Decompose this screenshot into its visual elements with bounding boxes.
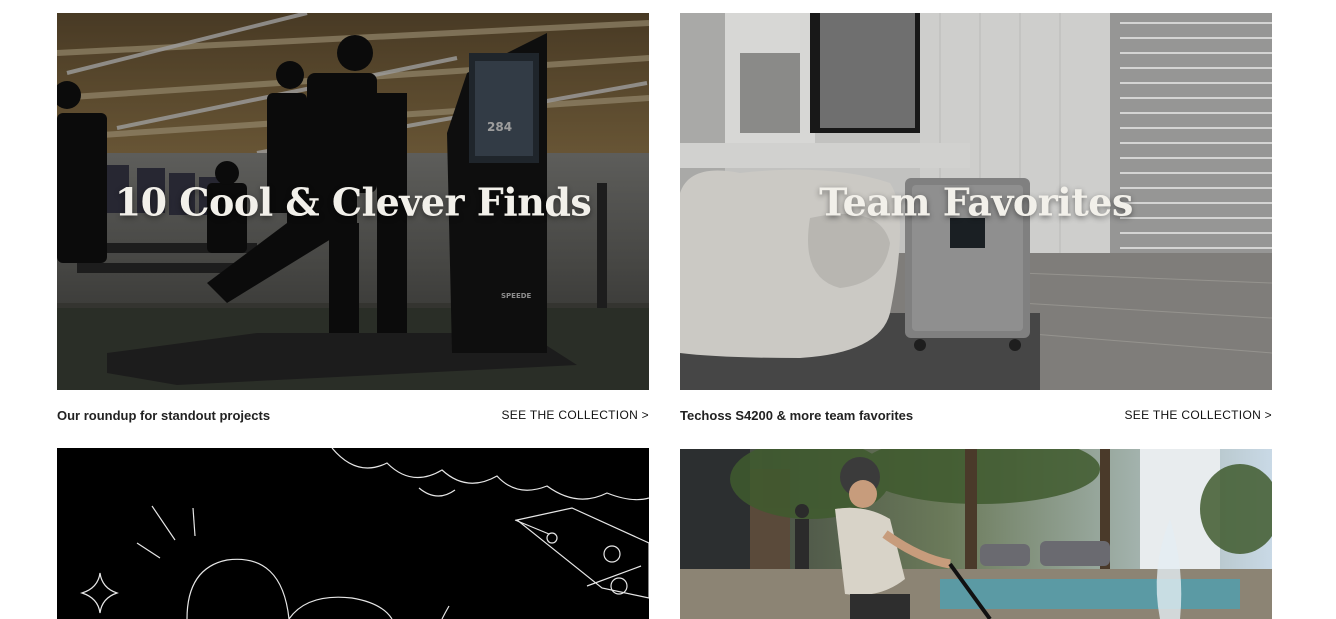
see-collection-link[interactable]: SEE THE COLLECTION >: [1125, 408, 1273, 422]
collection-title: 10 Cool & Clever Finds: [114, 179, 592, 224]
collection-description: Techoss S4200 & more team favorites: [680, 407, 914, 423]
collection-card-sale-doodle[interactable]: [57, 448, 649, 619]
collection-description: Our roundup for standout projects: [57, 407, 271, 423]
collection-card-cool-finds[interactable]: 284 SPEEDE 10 Cool & Clever Finds Our ro…: [57, 13, 649, 423]
interior-power-station-photo[interactable]: Team Favorites: [680, 13, 1272, 390]
collection-card-team-favorites[interactable]: Team Favorites Techoss S4200 & more team…: [680, 13, 1272, 423]
scooter-scene-illustration: [680, 449, 1272, 619]
electric-scooter-rider-photo[interactable]: [680, 449, 1272, 619]
card-footer: Techoss S4200 & more team favorites SEE …: [680, 406, 1272, 424]
gym-training-photo[interactable]: 284 SPEEDE 10 Cool & Clever Finds: [57, 13, 649, 390]
see-collection-link[interactable]: SEE THE COLLECTION >: [502, 408, 650, 422]
doodle-line-art: [57, 448, 649, 619]
collection-title: Team Favorites: [819, 179, 1133, 224]
card-footer: Our roundup for standout projects SEE TH…: [57, 406, 649, 424]
collection-card-scooter[interactable]: [680, 449, 1272, 619]
sale-doodle-illustration[interactable]: [57, 448, 649, 619]
